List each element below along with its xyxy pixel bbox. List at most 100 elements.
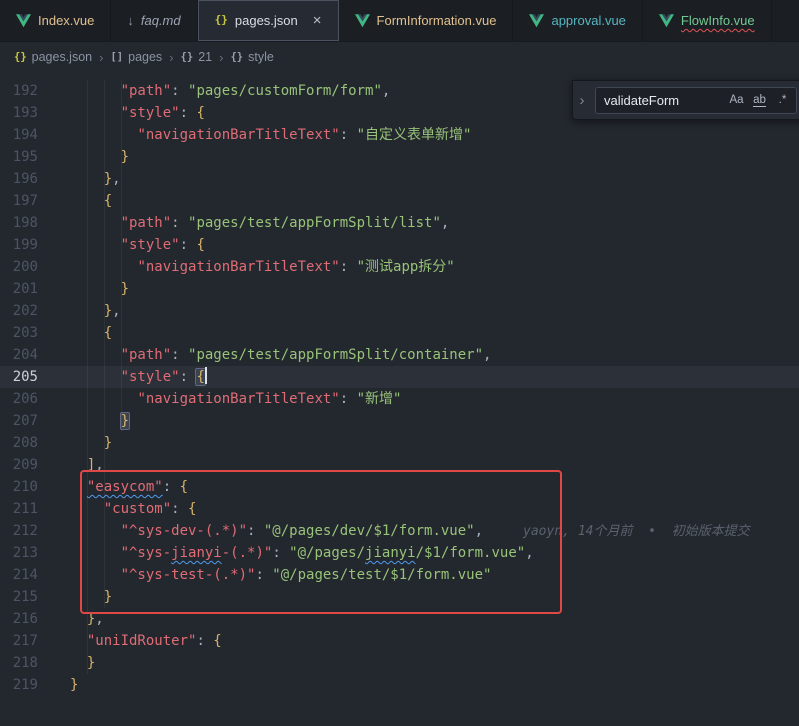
tab-bar: Index.vue↓faq.md {} pages.json × FormInforma… [0,0,799,42]
breadcrumb: {}pages.json›[]pages›{}21›{}style [0,42,799,72]
tab-faq-md[interactable]: ↓faq.md [111,0,197,41]
code-line[interactable]: 215 } [0,586,799,608]
indent-guide [87,80,88,674]
code-line[interactable]: 214 "^sys-test-(.*)": "@/pages/test/$1/f… [0,564,799,586]
code-text: "^sys-dev-(.*)": "@/pages/dev/$1/form.vu… [52,520,750,542]
line-number[interactable]: 207 [0,410,52,432]
line-number[interactable]: 208 [0,432,52,454]
line-number[interactable]: 195 [0,146,52,168]
code-line[interactable]: 213 "^sys-jianyi-(.*)": "@/pages/jianyi/… [0,542,799,564]
git-blame-annotation: yaoyn, 14个月前 • 初始版本提交 [523,524,750,539]
code-line[interactable]: 208 } [0,432,799,454]
code-line[interactable]: 197 { [0,190,799,212]
line-number[interactable]: 199 [0,234,52,256]
close-icon[interactable]: × [313,13,322,28]
code-text: "^sys-test-(.*)": "@/pages/test/$1/form.… [52,564,491,586]
symbol-icon: [] [110,51,123,63]
tab-label: pages.json [235,13,298,28]
match-case-icon: Aa [729,94,743,106]
line-number[interactable]: 197 [0,190,52,212]
tab-index-vue[interactable]: Index.vue [0,0,111,41]
code-line[interactable]: 207 } [0,410,799,432]
symbol-icon: {} [230,51,243,63]
line-number[interactable]: 203 [0,322,52,344]
line-number[interactable]: 210 [0,476,52,498]
tab-label: approval.vue [551,13,625,28]
line-number[interactable]: 216 [0,608,52,630]
code-text: "path": "pages/test/appFormSplit/list", [52,212,449,234]
code-text: "path": "pages/test/appFormSplit/contain… [52,344,491,366]
code-line[interactable]: 212 "^sys-dev-(.*)": "@/pages/dev/$1/for… [0,520,799,542]
line-number[interactable]: 206 [0,388,52,410]
line-number[interactable]: 193 [0,102,52,124]
breadcrumb-item-pages-json[interactable]: {}pages.json [14,50,92,64]
code-line[interactable]: 198 "path": "pages/test/appFormSplit/lis… [0,212,799,234]
code-line[interactable]: 196 }, [0,168,799,190]
code-line[interactable]: 209 ], [0,454,799,476]
code-line[interactable]: 218 } [0,652,799,674]
indent-guide [121,80,122,432]
breadcrumb-item-21[interactable]: {}21 [181,50,213,64]
line-number[interactable]: 192 [0,80,52,102]
line-number[interactable]: 212 [0,520,52,542]
tab-pages-json[interactable]: {} pages.json × [198,0,339,41]
regex-icon: .* [779,94,787,106]
vue-icon [16,13,31,28]
line-number[interactable]: 209 [0,454,52,476]
line-number[interactable]: 202 [0,300,52,322]
line-number[interactable]: 219 [0,674,52,696]
line-number[interactable]: 218 [0,652,52,674]
code-line[interactable]: 210 "easycom": { [0,476,799,498]
code-line[interactable]: 204 "path": "pages/test/appFormSplit/con… [0,344,799,366]
text-cursor [205,367,207,384]
code-line[interactable]: 216 }, [0,608,799,630]
line-number[interactable]: 204 [0,344,52,366]
line-number[interactable]: 214 [0,564,52,586]
code-text: } [52,652,95,674]
line-number[interactable]: 196 [0,168,52,190]
tab-flowinfo-vue[interactable]: FlowInfo.vue [643,0,772,41]
find-replace-toggle[interactable]: › [573,81,591,119]
line-number[interactable]: 198 [0,212,52,234]
json-icon: {} [215,13,228,28]
line-number[interactable]: 201 [0,278,52,300]
breadcrumb-item-pages[interactable]: [] pages [110,50,162,64]
line-number[interactable]: 211 [0,498,52,520]
breadcrumb-label: 21 [198,50,212,64]
line-number[interactable]: 217 [0,630,52,652]
code-line[interactable]: 202 }, [0,300,799,322]
code-text: "style": { [52,234,205,256]
symbol-icon: {} [14,51,27,63]
tab-approval-vue[interactable]: approval.vue [513,0,642,41]
find-input-box[interactable]: Aa ab .* [595,87,797,114]
code-line[interactable]: 219} [0,674,799,696]
match-case-option[interactable]: Aa [726,90,747,111]
code-line[interactable]: 211 "custom": { [0,498,799,520]
tab-label: faq.md [141,13,181,28]
breadcrumb-separator: › [169,50,173,65]
line-number[interactable]: 213 [0,542,52,564]
code-text: } [52,674,78,696]
whole-word-option[interactable]: ab [749,90,770,111]
code-line[interactable]: 217 "uniIdRouter": { [0,630,799,652]
breadcrumb-item-style[interactable]: {}style [230,50,273,64]
code-line[interactable]: 199 "style": { [0,234,799,256]
code-line[interactable]: 206 "navigationBarTitleText": "新增" [0,388,799,410]
line-number[interactable]: 194 [0,124,52,146]
code-text: "navigationBarTitleText": "自定义表单新增" [52,124,471,146]
editor[interactable]: 192 "path": "pages/customForm/form",193 … [0,72,799,726]
code-line[interactable]: 201 } [0,278,799,300]
line-number[interactable]: 200 [0,256,52,278]
code-line[interactable]: 194 "navigationBarTitleText": "自定义表单新增" [0,124,799,146]
code-line[interactable]: 203 { [0,322,799,344]
code-line[interactable]: 195 } [0,146,799,168]
line-number[interactable]: 205 [0,366,52,388]
code-line[interactable]: 200 "navigationBarTitleText": "测试app拆分" [0,256,799,278]
find-input[interactable] [604,93,724,108]
code-line[interactable]: 205 "style": { [0,366,799,388]
code-text: "style": { [52,366,207,388]
tab-forminformation-vue[interactable]: FormInformation.vue [339,0,514,41]
line-number[interactable]: 215 [0,586,52,608]
breadcrumb-label: pages [128,50,162,64]
regex-option[interactable]: .* [772,90,793,111]
